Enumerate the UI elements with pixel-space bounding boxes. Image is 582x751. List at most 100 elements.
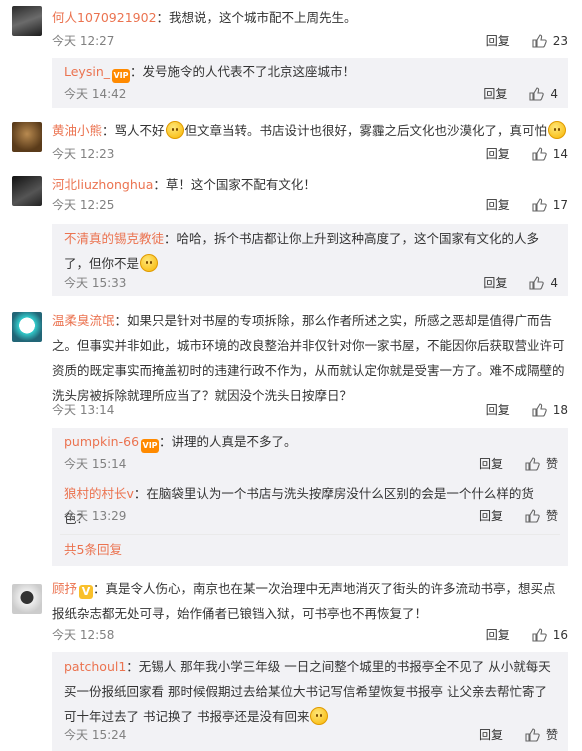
reply-meta: 今天 13:29 回复 赞 — [64, 505, 558, 527]
comment-author[interactable]: 黄油小熊 — [52, 123, 102, 138]
comment: 温柔臭流氓：如果只是针对书屋的专项拆除，那么作者所述之实，所感之恶却是值得广而告… — [0, 304, 582, 424]
reply-author[interactable]: Leysin_ — [64, 64, 110, 79]
reply-meta: 今天 15:33 回复 4 — [64, 272, 558, 294]
reply-box: 不清真的锡克教徒：哈哈，拆个书店都让你上升到这种高度了，这个国家有文化的人多了，… — [52, 224, 568, 296]
comment-time: 今天 12:25 — [52, 198, 115, 212]
comment-body: 顾抒 V ：真是令人伤心，南京也在某一次治理中无声地消灭了街头的许多流动书亭，想买点… — [52, 576, 568, 626]
reply-button[interactable]: 回复 — [483, 272, 507, 294]
like-label: 赞 — [545, 457, 558, 471]
reply-time: 今天 15:33 — [64, 276, 127, 290]
thumbs-up-icon — [532, 198, 547, 212]
reply-box: patchoul1：无锡人 那年我小学三年级 一日之间整个城里的书报亭全不见了 … — [52, 652, 568, 751]
reply: 狼村的村长v：在脑袋里认为一个书店与洗头按摩房没什么区别的会是一个什么样的货色？… — [64, 480, 568, 530]
reply-body: pumpkin-66 VIP：讲理的人真是不多了。 — [64, 429, 558, 454]
vip-badge-icon: VIP — [112, 69, 130, 83]
reply-author[interactable]: 狼村的村长v — [64, 486, 134, 501]
reply-button[interactable]: 回复 — [479, 453, 503, 475]
comment-text: ：草！这个国家不配有文化！ — [153, 177, 316, 192]
comment-text: ：我想说，这个城市配不上周先生。 — [156, 10, 357, 25]
reply-button[interactable]: 回复 — [486, 624, 510, 646]
like-button[interactable]: 4 — [529, 272, 558, 294]
reply-button[interactable]: 回复 — [486, 399, 510, 421]
vip-badge-icon: VIP — [141, 439, 160, 453]
like-button[interactable]: 14 — [532, 143, 568, 165]
reply-box: pumpkin-66 VIP：讲理的人真是不多了。 今天 15:14 回复 赞 狼… — [52, 428, 568, 566]
comment-time: 今天 12:23 — [52, 147, 115, 161]
like-button[interactable]: 23 — [532, 30, 568, 52]
divider — [60, 534, 560, 535]
like-button[interactable]: 赞 — [525, 724, 558, 746]
avatar[interactable] — [12, 584, 42, 614]
comment: 河北liuzhonghua：草！这个国家不配有文化！ 今天 12:25 回复 1… — [0, 168, 582, 220]
thumbs-up-icon — [525, 509, 540, 523]
reply-author[interactable]: 不清真的锡克教徒 — [64, 231, 164, 246]
comment-body: 温柔臭流氓：如果只是针对书屋的专项拆除，那么作者所述之实，所感之恶却是值得广而告… — [52, 308, 568, 408]
like-button[interactable]: 赞 — [525, 505, 558, 527]
reply-button[interactable]: 回复 — [486, 30, 510, 52]
like-button[interactable]: 17 — [532, 194, 568, 216]
reply-button[interactable]: 回复 — [479, 724, 503, 746]
reply-time: 今天 15:24 — [64, 728, 127, 742]
comment-author[interactable]: 河北liuzhonghua — [52, 177, 153, 192]
like-button[interactable]: 4 — [529, 83, 558, 105]
reply-time: 今天 15:14 — [64, 457, 127, 471]
like-button[interactable]: 18 — [532, 399, 568, 421]
comment: 顾抒 V ：真是令人伤心，南京也在某一次治理中无声地消灭了街头的许多流动书亭，想买点… — [0, 574, 582, 650]
reply-time: 今天 13:29 — [64, 509, 127, 523]
reply-body: patchoul1：无锡人 那年我小学三年级 一日之间整个城里的书报亭全不见了 … — [64, 654, 558, 729]
like-count: 23 — [552, 34, 568, 48]
reply-text: ：发号施令的人代表不了北京这座城市！ — [130, 64, 356, 79]
like-count: 4 — [550, 87, 558, 101]
comment-meta: 今天 12:27 回复 23 — [52, 30, 568, 52]
verified-badge-icon: V — [79, 585, 94, 599]
reply: Leysin_ VIP：发号施令的人代表不了北京这座城市！ 今天 14:42 回复… — [64, 58, 568, 108]
reply-meta: 今天 14:42 回复 4 — [64, 83, 558, 105]
comment-time: 今天 12:27 — [52, 34, 115, 48]
thumbs-up-icon — [525, 728, 540, 742]
thumbs-up-icon — [532, 403, 547, 417]
like-button[interactable]: 赞 — [525, 453, 558, 475]
comment-meta: 今天 12:25 回复 17 — [52, 194, 568, 216]
thumbs-up-icon — [525, 457, 540, 471]
like-count: 14 — [552, 147, 568, 161]
sweat-emoji-icon — [548, 121, 567, 139]
like-count: 18 — [552, 403, 568, 417]
reply-button[interactable]: 回复 — [486, 194, 510, 216]
like-label: 赞 — [545, 728, 558, 742]
comment-meta: 今天 13:14 回复 18 — [52, 399, 568, 421]
reply-button[interactable]: 回复 — [483, 83, 507, 105]
thumbs-up-icon — [529, 87, 545, 101]
reply-box: Leysin_ VIP：发号施令的人代表不了北京这座城市！ 今天 14:42 回复… — [52, 58, 568, 108]
reply-author[interactable]: patchoul1 — [64, 659, 126, 674]
reply-button[interactable]: 回复 — [479, 505, 503, 527]
comment-text: 但文章当转。书店设计也很好，雾霾之后文化也沙漠化了，真可怕 — [184, 123, 548, 138]
comment-time: 今天 13:14 — [52, 403, 115, 417]
like-button[interactable]: 16 — [532, 624, 568, 646]
comment-author[interactable]: 温柔臭流氓 — [52, 313, 115, 328]
avatar[interactable] — [12, 312, 42, 342]
reply-meta: 今天 15:14 回复 赞 — [64, 453, 558, 475]
comment: 何人1070921902：我想说，这个城市配不上周先生。 今天 12:27 回复… — [0, 0, 582, 58]
reply-button[interactable]: 回复 — [486, 143, 510, 165]
avatar[interactable] — [12, 176, 42, 206]
reply-meta: 今天 15:24 回复 赞 — [64, 724, 558, 746]
like-count: 16 — [552, 628, 568, 642]
like-count: 4 — [550, 276, 558, 290]
thumbs-up-icon — [532, 628, 547, 642]
reply-author[interactable]: pumpkin-66 — [64, 434, 139, 449]
avatar[interactable] — [12, 6, 42, 36]
more-replies-link[interactable]: 共5条回复 — [64, 538, 122, 562]
comment-text: ：骂人不好 — [102, 123, 165, 138]
thumbs-up-icon — [529, 276, 545, 290]
comment-author[interactable]: 顾抒 — [52, 581, 77, 596]
comment-body: 何人1070921902：我想说，这个城市配不上周先生。 — [52, 5, 568, 30]
avatar[interactable] — [12, 122, 42, 152]
reply-body: Leysin_ VIP：发号施令的人代表不了北京这座城市！ — [64, 59, 558, 84]
surprised-emoji-icon — [165, 121, 184, 139]
comment: 黄油小熊：骂人不好 但文章当转。书店设计也很好，雾霾之后文化也沙漠化了，真可怕 今… — [0, 112, 582, 166]
reply-text: ：无锡人 那年我小学三年级 一日之间整个城里的书报亭全不见了 从小就每天买一份报… — [64, 659, 551, 724]
comment-meta: 今天 12:58 回复 16 — [52, 624, 568, 646]
reply: pumpkin-66 VIP：讲理的人真是不多了。 今天 15:14 回复 赞 — [64, 428, 568, 478]
comment-author[interactable]: 何人1070921902 — [52, 10, 157, 25]
like-count: 17 — [552, 198, 568, 212]
